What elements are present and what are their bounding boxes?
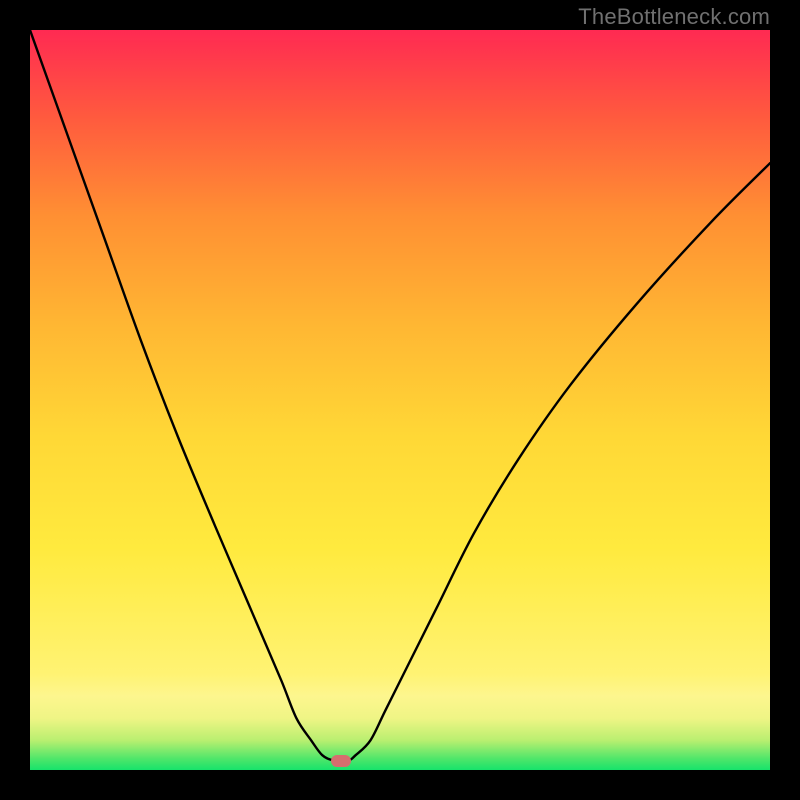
chart-frame: TheBottleneck.com xyxy=(0,0,800,800)
watermark-text: TheBottleneck.com xyxy=(578,4,770,30)
plot-area xyxy=(30,30,770,770)
min-marker xyxy=(331,755,351,767)
bottleneck-curve-path xyxy=(30,30,770,761)
curve-svg xyxy=(30,30,770,770)
